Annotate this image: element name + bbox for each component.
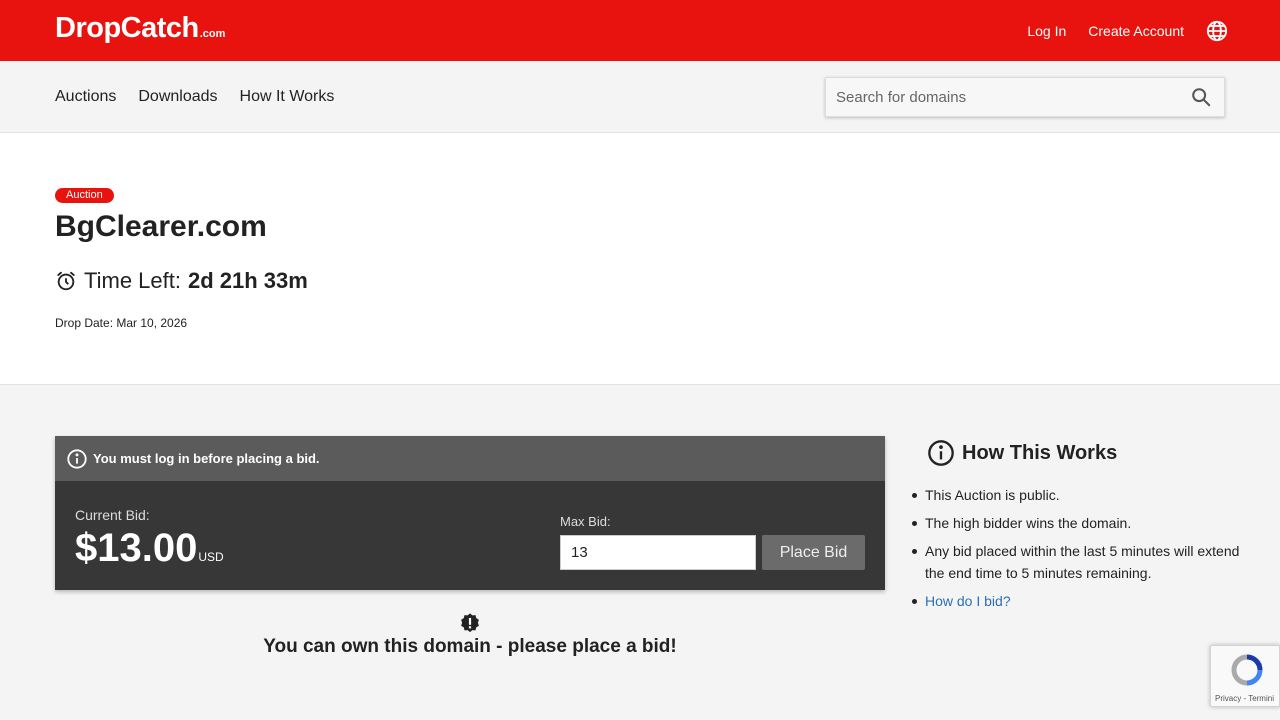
auction-badge: Auction	[55, 188, 114, 203]
current-bid-label: Current Bid:	[75, 507, 150, 523]
currency-label: USD	[198, 550, 224, 564]
login-notice: You must log in before placing a bid.	[55, 436, 885, 481]
brand-name: DropCatch	[55, 12, 199, 44]
time-left-label: Time Left:	[84, 268, 181, 293]
info-icon	[928, 440, 954, 466]
own-domain-message: You can own this domain - please place a…	[55, 612, 885, 658]
main-nav: Auctions Downloads How It Works	[55, 61, 334, 132]
recaptcha-text: Privacy - Termini	[1215, 694, 1274, 703]
how-title-text: How This Works	[962, 441, 1118, 464]
info-icon	[67, 448, 87, 469]
login-notice-text: You must log in before placing a bid.	[93, 451, 320, 466]
max-bid-label: Max Bid:	[560, 514, 611, 529]
nav-how-it-works[interactable]: How It Works	[240, 88, 335, 106]
top-nav: Log In Create Account	[1027, 0, 1228, 61]
max-bid-input[interactable]	[560, 535, 756, 570]
recaptcha-badge[interactable]: Privacy - Termini	[1210, 645, 1280, 707]
alert-badge-icon	[461, 613, 479, 633]
brand-tld: .com	[199, 28, 226, 40]
listing-header: Auction BgClearer.com Time Left: 2d 21h …	[0, 133, 1280, 385]
alarm-clock-icon	[57, 271, 75, 291]
time-left: Time Left: 2d 21h 33m	[55, 268, 308, 294]
time-left-value: 2d 21h 33m	[188, 268, 308, 293]
current-bid-value: $13.00	[75, 526, 198, 570]
list-item: Any bid placed within the last 5 minutes…	[910, 540, 1240, 584]
login-link[interactable]: Log In	[1027, 23, 1066, 39]
list-item: This Auction is public.	[910, 484, 1240, 506]
list-item: How do I bid?	[910, 590, 1240, 612]
how-do-i-bid-link[interactable]: How do I bid?	[925, 593, 1011, 609]
create-account-link[interactable]: Create Account	[1088, 23, 1184, 39]
search-box	[825, 77, 1225, 117]
how-list: This Auction is public. The high bidder …	[910, 484, 1240, 612]
domain-title: BgClearer.com	[55, 210, 267, 243]
globe-icon[interactable]	[1206, 20, 1228, 42]
recaptcha-icon	[1231, 654, 1263, 686]
own-domain-text: You can own this domain - please place a…	[263, 636, 677, 657]
how-this-works-title: How This Works	[910, 438, 1240, 468]
place-bid-button[interactable]: Place Bid	[762, 535, 865, 570]
search-icon[interactable]	[1190, 86, 1212, 108]
search-input[interactable]	[826, 78, 1190, 116]
list-item: The high bidder wins the domain.	[910, 512, 1240, 534]
main-navbar: Auctions Downloads How It Works	[0, 61, 1280, 133]
brand-logo[interactable]: DropCatch .com	[55, 12, 225, 45]
nav-auctions[interactable]: Auctions	[55, 88, 116, 106]
nav-downloads[interactable]: Downloads	[138, 88, 217, 106]
current-bid: $13.00 USD	[75, 526, 224, 571]
how-this-works: How This Works This Auction is public. T…	[910, 438, 1240, 618]
top-bar: DropCatch .com Log In Create Account	[0, 0, 1280, 61]
drop-date: Drop Date: Mar 10, 2026	[55, 316, 188, 330]
bid-panel: You must log in before placing a bid. Cu…	[55, 436, 885, 590]
